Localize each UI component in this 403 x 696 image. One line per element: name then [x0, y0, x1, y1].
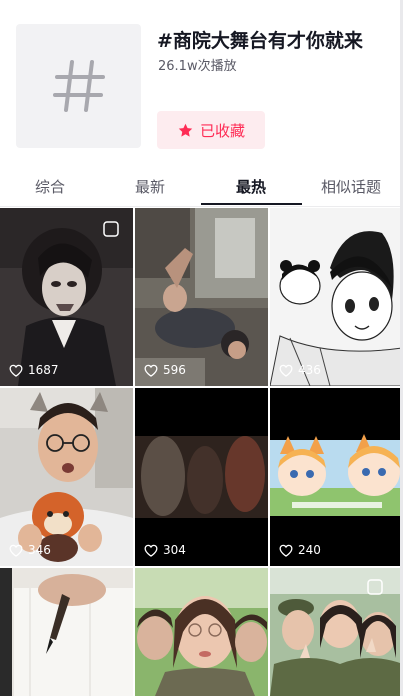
play-count: 26.1w次播放 — [158, 59, 237, 74]
video-card[interactable]: 240 — [270, 388, 403, 566]
video-thumbnail — [0, 208, 133, 386]
like-count-value: 240 — [298, 543, 321, 557]
like-count: 436 — [279, 363, 321, 377]
active-tab-indicator — [201, 203, 302, 205]
video-thumbnail — [270, 208, 403, 386]
tabs-divider — [0, 206, 403, 207]
like-count-value: 1687 — [28, 363, 59, 377]
video-card[interactable]: 1687 — [0, 208, 133, 386]
tab-bar: 综合 最新 最热 相似话题 — [0, 165, 403, 207]
collect-button-label: 已收藏 — [199, 121, 245, 140]
video-thumbnail — [270, 568, 403, 696]
like-count: 1687 — [9, 363, 59, 377]
heart-icon — [9, 364, 23, 377]
like-count-value: 436 — [298, 363, 321, 377]
like-count-value: 304 — [163, 543, 186, 557]
video-thumbnail — [0, 388, 133, 566]
tab-similar-topics[interactable]: 相似话题 — [321, 176, 381, 197]
video-grid: 1687 596 436 346 304 240 — [0, 208, 403, 696]
video-card[interactable]: 346 — [0, 388, 133, 566]
video-card[interactable]: 304 — [135, 388, 268, 566]
video-thumbnail — [0, 568, 133, 696]
heart-icon — [144, 364, 158, 377]
tab-hottest[interactable]: 最热 — [236, 176, 266, 197]
video-card[interactable] — [135, 568, 268, 696]
heart-icon — [144, 544, 158, 557]
tab-comprehensive[interactable]: 综合 — [35, 176, 65, 197]
like-count: 346 — [9, 543, 51, 557]
hashtag-icon — [52, 60, 105, 112]
video-card[interactable] — [270, 568, 403, 696]
like-count: 240 — [279, 543, 321, 557]
star-icon — [178, 123, 193, 137]
video-card[interactable]: 596 — [135, 208, 268, 386]
topic-cover — [16, 24, 141, 148]
tab-latest[interactable]: 最新 — [135, 176, 165, 197]
like-count: 596 — [144, 363, 186, 377]
heart-icon — [279, 544, 293, 557]
video-thumbnail — [135, 568, 268, 696]
video-card[interactable]: 436 — [270, 208, 403, 386]
topic-title: #商院大舞台有才你就来 — [157, 30, 363, 52]
like-count-value: 596 — [163, 363, 186, 377]
video-card[interactable] — [0, 568, 133, 696]
like-count: 304 — [144, 543, 186, 557]
video-thumbnail — [270, 388, 403, 566]
video-thumbnail — [135, 388, 268, 566]
topic-header: #商院大舞台有才你就来 26.1w次播放 已收藏 — [0, 0, 403, 165]
like-count-value: 346 — [28, 543, 51, 557]
heart-icon — [279, 364, 293, 377]
collect-button[interactable]: 已收藏 — [157, 111, 265, 149]
heart-icon — [9, 544, 23, 557]
video-thumbnail — [135, 208, 268, 386]
